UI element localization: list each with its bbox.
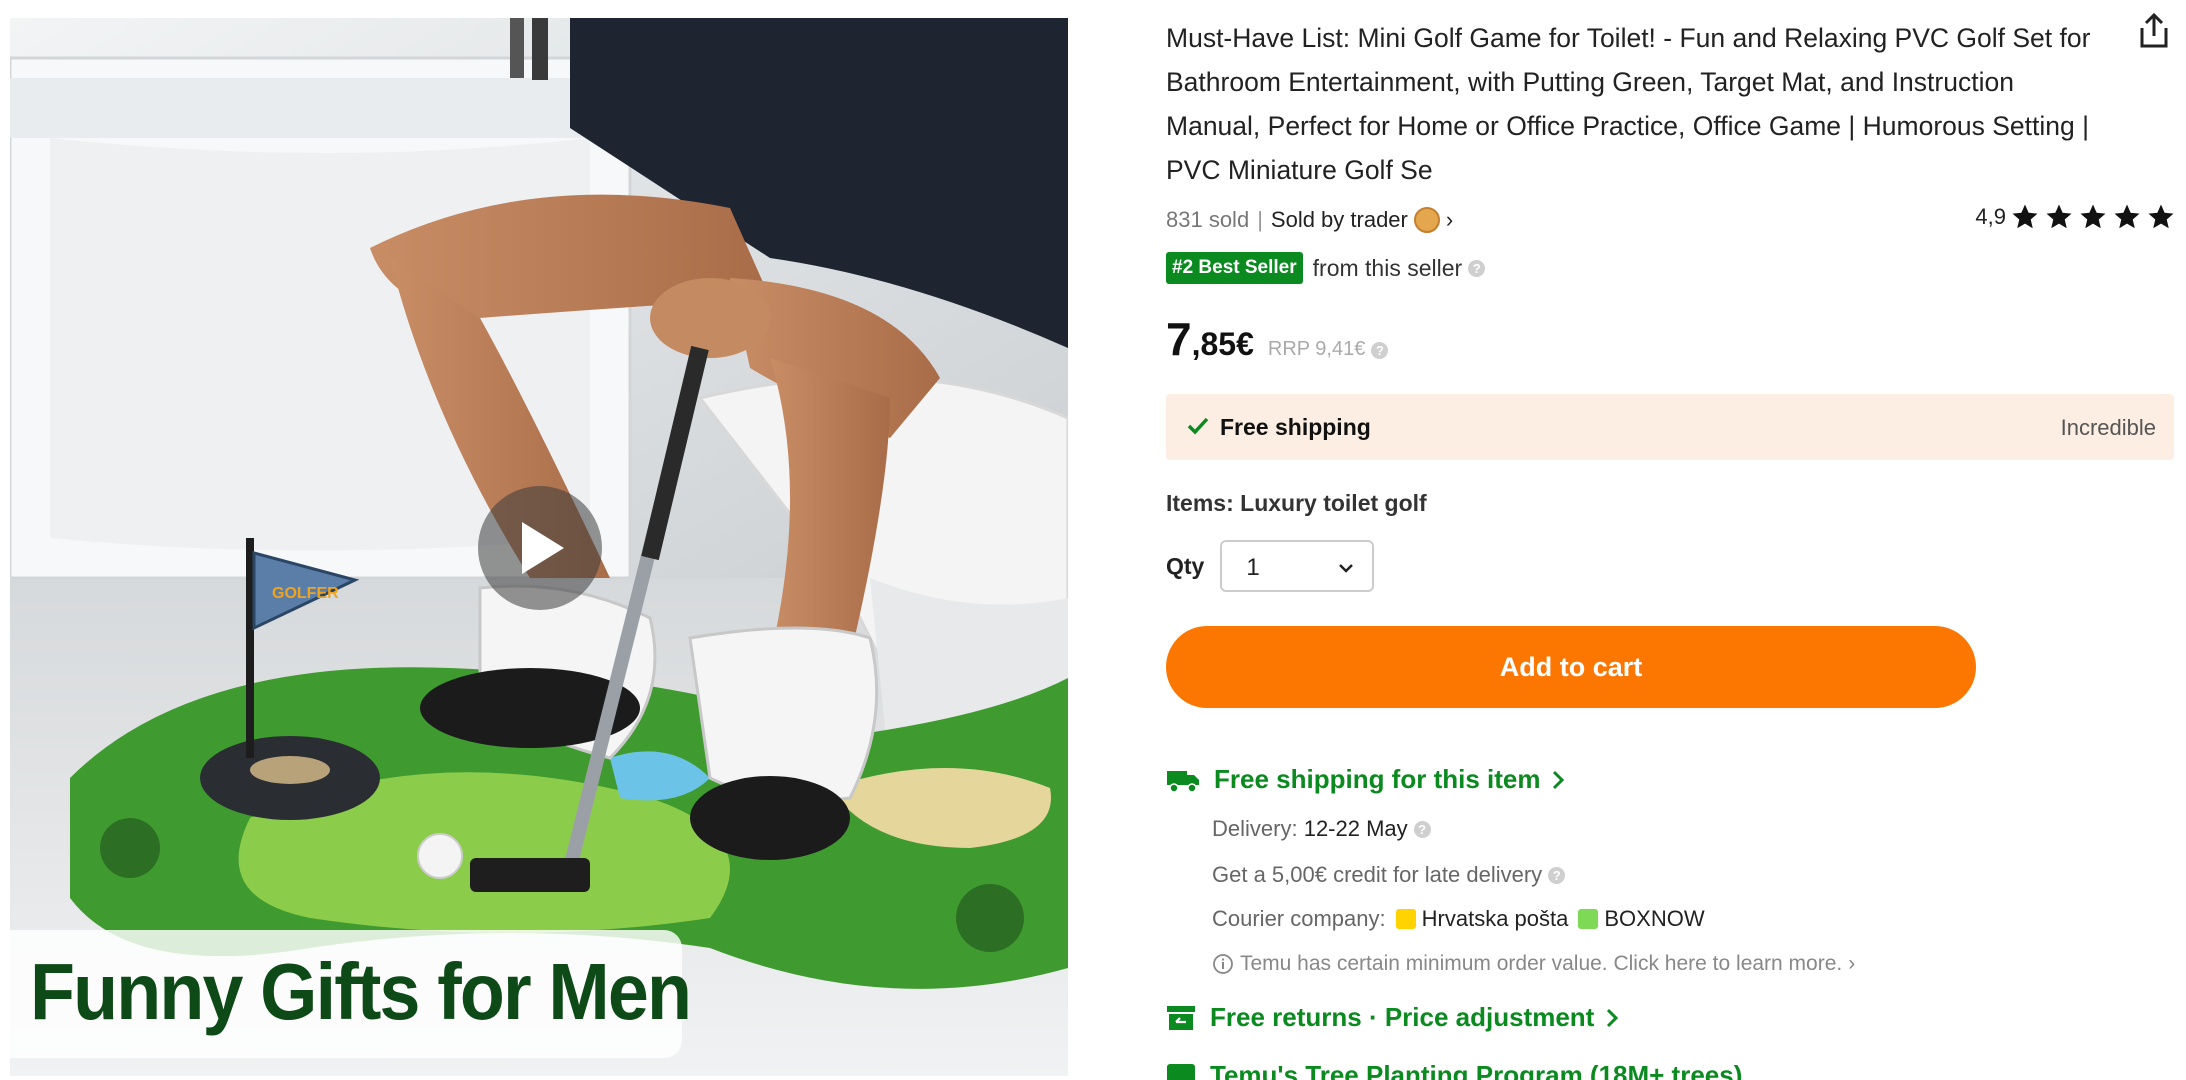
delivery-value: 12-22 May xyxy=(1303,816,1408,841)
price-row: 7 ,85€ RRP 9,41€ ? xyxy=(1166,312,1389,368)
min-order-text: Temu has certain minimum order value. Cl… xyxy=(1240,952,1843,975)
free-shipping-item-text: Free shipping for this item xyxy=(1214,764,1541,794)
qty-label: Qty xyxy=(1166,552,1205,579)
chevron-down-icon xyxy=(1339,564,1354,573)
free-returns-link[interactable]: Free returns · Price adjustment xyxy=(1166,1002,1620,1033)
share-icon[interactable] xyxy=(2136,12,2172,50)
min-order-link[interactable]: Temu has certain minimum order value. Cl… xyxy=(1212,952,1855,976)
sold-count: 831 sold xyxy=(1166,207,1250,232)
returns-icon xyxy=(1167,1005,1195,1030)
bestseller-row: #2 Best Seller from this seller ? xyxy=(1166,250,1486,286)
star-icon xyxy=(2148,204,2174,229)
free-shipping-banner: Free shipping Incredible xyxy=(1166,394,2174,460)
shipping-banner-tag: Incredible xyxy=(2060,415,2156,440)
hrvatska-posta-logo xyxy=(1395,909,1416,929)
free-shipping-item-link[interactable]: Free shipping for this item xyxy=(1166,764,1566,795)
play-icon xyxy=(522,522,564,574)
play-video-button[interactable] xyxy=(478,486,602,610)
chevron-right-icon: › xyxy=(1848,952,1856,975)
truck-icon xyxy=(1167,770,1199,793)
delivery-label: Delivery: xyxy=(1212,816,1298,841)
boxnow-logo xyxy=(1578,909,1599,929)
help-icon[interactable]: ? xyxy=(1371,342,1389,359)
product-title: Must-Have List: Mini Golf Game for Toile… xyxy=(1166,23,2091,185)
product-image[interactable]: GOLFER Funny Gifts for Men xyxy=(10,18,1068,1076)
help-icon[interactable]: ? xyxy=(1468,259,1486,277)
price-integer: 7 xyxy=(1166,313,1192,365)
help-icon[interactable]: ? xyxy=(1413,820,1431,838)
courier-label: Courier company: xyxy=(1212,906,1386,931)
rrp-price: RRP 9,41€ xyxy=(1267,338,1366,360)
star-icon xyxy=(2012,204,2038,229)
items-label: Items: xyxy=(1166,490,1234,516)
courier-2: BOXNOW xyxy=(1604,906,1705,931)
courier-line: Courier company: Hrvatska pošta BOXNOW xyxy=(1212,906,1705,932)
add-to-cart-button[interactable]: Add to cart xyxy=(1166,626,1976,708)
chevron-right-icon: › xyxy=(1445,207,1454,232)
chevron-right-icon xyxy=(1607,1008,1619,1027)
seller-avatar xyxy=(1413,207,1440,233)
items-value: Luxury toilet golf xyxy=(1240,490,1427,516)
late-credit-text: Get a 5,00€ credit for late delivery xyxy=(1212,862,1543,887)
bestseller-badge: #2 Best Seller xyxy=(1166,252,1303,284)
tree-planting-link[interactable]: Temu's Tree Planting Program (18M+ trees… xyxy=(1166,1060,1742,1080)
courier-1: Hrvatska pošta xyxy=(1421,906,1569,931)
meta-separator: | xyxy=(1257,207,1263,232)
rating-value: 4,9 xyxy=(1975,204,2006,229)
qty-row: Qty 1 xyxy=(1166,540,1375,592)
delivery-line: Delivery: 12-22 May ? xyxy=(1212,816,1431,842)
info-icon xyxy=(1213,954,1233,974)
tree-planting-text: Temu's Tree Planting Program (18M+ trees… xyxy=(1210,1060,1743,1080)
product-details: Must-Have List: Mini Golf Game for Toile… xyxy=(1166,0,2176,1080)
star-icon xyxy=(2114,204,2140,229)
seller-link[interactable]: Sold by trader › xyxy=(1271,207,1453,233)
image-caption: Funny Gifts for Men xyxy=(30,947,692,1036)
star-icon xyxy=(2080,204,2106,229)
meta-row: 831 sold | Sold by trader › 4,9 xyxy=(1166,202,2176,238)
late-credit-line: Get a 5,00€ credit for late delivery ? xyxy=(1212,862,1566,888)
star-icon xyxy=(2046,204,2072,229)
free-returns-text: Free returns · Price adjustment xyxy=(1210,1002,1595,1032)
seller-label: Sold by trader xyxy=(1270,207,1408,232)
qty-select[interactable]: 1 xyxy=(1220,540,1375,592)
bestseller-text: from this seller xyxy=(1312,254,1463,281)
rating[interactable]: 4,9 xyxy=(1975,202,2176,232)
tree-icon xyxy=(1167,1063,1195,1080)
check-icon xyxy=(1187,417,1209,435)
help-icon[interactable]: ? xyxy=(1548,866,1566,884)
free-shipping-label: Free shipping xyxy=(1220,414,1371,440)
qty-value: 1 xyxy=(1246,554,1260,581)
price-decimal: ,85€ xyxy=(1191,326,1254,362)
chevron-right-icon xyxy=(1553,770,1565,789)
svg-text:GOLFER: GOLFER xyxy=(272,585,339,602)
items-row: Items: Luxury toilet golf xyxy=(1166,490,1427,517)
